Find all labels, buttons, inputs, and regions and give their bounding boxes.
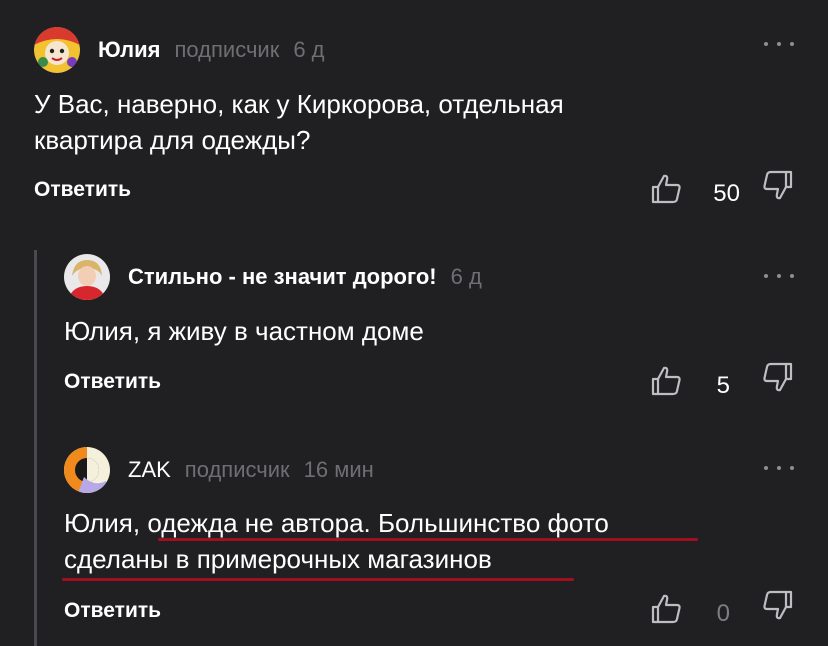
- avatar[interactable]: [64, 254, 110, 300]
- reply-button[interactable]: Ответить: [64, 599, 161, 623]
- comment-text-line: У Вас, наверно, как у Киркорова, отдельн…: [34, 89, 564, 119]
- like-count: 5: [716, 372, 730, 399]
- avatar-image: [34, 27, 80, 73]
- timestamp: 16 мин: [303, 457, 374, 482]
- reply-button[interactable]: Ответить: [34, 178, 131, 202]
- comment-text-line: квартира для одежды?: [34, 125, 311, 155]
- comment-text: У Вас, наверно, как у Киркорова, отдельн…: [34, 86, 564, 158]
- comment-text-line: сделаны в примерочных магазинов: [64, 544, 492, 574]
- reply-button[interactable]: Ответить: [64, 370, 161, 394]
- comment-header: Стильно - не значит дорого! 6 д: [64, 254, 482, 300]
- comment-header: Юлия подписчик 6 д: [34, 27, 325, 73]
- comment-text: Юлия, я живу в частном доме: [64, 313, 424, 349]
- underline-annotation: [62, 578, 574, 581]
- more-icon[interactable]: [764, 461, 794, 475]
- comment-text-line: Юлия, одежда не автора. Большинство фото: [64, 508, 609, 538]
- avatar-image: [64, 254, 110, 300]
- author-name[interactable]: Юлия: [98, 37, 160, 63]
- dislike-icon[interactable]: [760, 588, 794, 622]
- like-count: 0: [716, 600, 730, 627]
- underline-annotation: [158, 538, 698, 541]
- timestamp: 6 д: [293, 37, 325, 62]
- avatar[interactable]: [64, 447, 110, 493]
- comment-header: ZAK подписчик 16 мин: [64, 447, 374, 493]
- author-name[interactable]: Стильно - не значит дорого!: [128, 264, 437, 290]
- more-icon[interactable]: [764, 37, 794, 51]
- author-role: подписчик: [184, 457, 290, 482]
- dislike-icon[interactable]: [760, 360, 794, 394]
- timestamp: 6 д: [450, 264, 482, 289]
- comment-text-line: Юлия, я живу в частном доме: [64, 316, 424, 346]
- comment-text: Юлия, одежда не автора. Большинство фото…: [64, 505, 609, 577]
- like-icon[interactable]: [650, 592, 684, 626]
- dislike-icon[interactable]: [760, 168, 794, 202]
- avatar[interactable]: [34, 27, 80, 73]
- more-icon[interactable]: [764, 269, 794, 283]
- like-count: 50: [713, 180, 740, 207]
- author-role: подписчик: [174, 37, 280, 62]
- thread-line: [34, 250, 37, 646]
- like-icon[interactable]: [650, 364, 684, 398]
- author-name[interactable]: ZAK: [128, 457, 171, 483]
- avatar-image: [64, 447, 110, 493]
- like-icon[interactable]: [650, 172, 684, 206]
